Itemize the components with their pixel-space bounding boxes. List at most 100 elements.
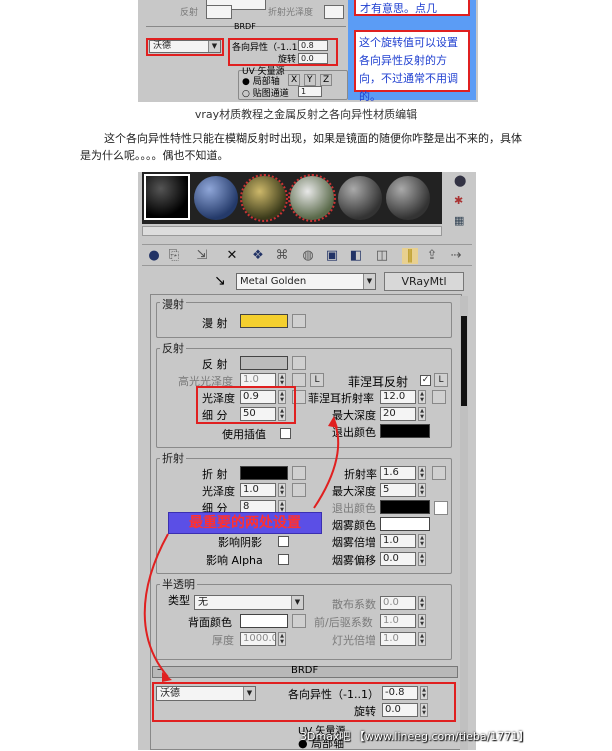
top-field-b[interactable] bbox=[206, 5, 232, 19]
hilight-gloss-spinner[interactable]: ▲ ▼ bbox=[278, 373, 286, 387]
fb-coef-spinner[interactable]: ▲ ▼ bbox=[418, 614, 426, 628]
diffuse-title: 漫射 bbox=[160, 296, 186, 312]
get-material-icon[interactable]: ● bbox=[146, 248, 162, 264]
back-color-map[interactable] bbox=[292, 614, 306, 628]
top-rotate-field[interactable]: 0.0 bbox=[298, 53, 328, 64]
refr-gloss-field[interactable]: 1.0 bbox=[240, 483, 276, 497]
go-sibling-icon[interactable]: ⇢ bbox=[448, 248, 464, 264]
library-icon[interactable]: ▣ bbox=[324, 248, 340, 264]
light-mult-field[interactable]: 1.0 bbox=[380, 632, 416, 646]
show-end-icon[interactable]: ‖ bbox=[402, 248, 418, 264]
fresnel-ior-field[interactable]: 12.0 bbox=[380, 390, 416, 404]
sample-slot-1[interactable] bbox=[144, 174, 190, 220]
top-panel-misc: 反射 折射光泽度 bbox=[176, 0, 356, 20]
top-axis-x[interactable]: X bbox=[288, 74, 301, 86]
affect-shadow-label: 影响阴影 bbox=[218, 536, 262, 549]
fresnel-ior-spinner[interactable]: ▲ ▼ bbox=[418, 390, 426, 404]
top-field-c[interactable] bbox=[324, 5, 344, 19]
go-parent-icon[interactable]: ⇪ bbox=[424, 248, 440, 264]
paragraph-line1: 这个各向异性特性只能在模糊反射时出现，如果是镜面的随便你咋整是出不来的，具体 bbox=[104, 132, 522, 145]
refract-color-swatch[interactable] bbox=[240, 466, 288, 480]
slots-scrollbar[interactable] bbox=[142, 226, 442, 236]
rotation-spinner[interactable]: ▲ ▼ bbox=[420, 703, 428, 717]
brdf-type-combo[interactable]: 沃德 ▼ bbox=[156, 686, 256, 701]
affect-alpha-checkbox[interactable] bbox=[278, 554, 289, 565]
affect-shadow-checkbox[interactable] bbox=[278, 536, 289, 547]
fb-coef-field[interactable]: 1.0 bbox=[380, 614, 416, 628]
top-axis-y[interactable]: Y bbox=[304, 74, 316, 86]
refr-max-depth-spinner[interactable]: ▲ ▼ bbox=[418, 483, 426, 497]
refr-max-depth-field[interactable]: 5 bbox=[380, 483, 416, 497]
top-map-channel-field[interactable]: 1 bbox=[298, 86, 322, 97]
sample-slot-5[interactable] bbox=[338, 176, 382, 220]
fog-bias-field[interactable]: 0.0 bbox=[380, 552, 416, 566]
sphere-icon[interactable]: ◍ bbox=[300, 248, 316, 264]
max-depth-field[interactable]: 20 bbox=[380, 407, 416, 421]
top-brdf-combo[interactable]: 沃德 ▼ bbox=[149, 40, 221, 53]
scroll-thumb[interactable] bbox=[461, 316, 467, 406]
assign-icon[interactable]: ⇲ bbox=[194, 248, 210, 264]
unique-icon[interactable]: ⌘ bbox=[274, 248, 290, 264]
hilight-gloss-field[interactable]: 1.0 bbox=[240, 373, 276, 387]
refr-exit-check[interactable] bbox=[434, 501, 448, 515]
fog-mult-spinner[interactable]: ▲ ▼ bbox=[418, 534, 426, 548]
hilight-map-button[interactable] bbox=[292, 373, 306, 387]
light-mult-spinner[interactable]: ▲ ▼ bbox=[418, 632, 426, 646]
trans-type-label: 类型 bbox=[168, 594, 190, 607]
fog-mult-field[interactable]: 1.0 bbox=[380, 534, 416, 548]
copy-icon[interactable]: ❖ bbox=[250, 248, 266, 264]
checker-icon[interactable]: ▦ bbox=[454, 214, 464, 227]
sample-slot-6[interactable] bbox=[386, 176, 430, 220]
delete-icon[interactable]: ✕ bbox=[224, 248, 240, 264]
back-color-label: 背面颜色 bbox=[188, 616, 232, 629]
rotation-field[interactable]: 0.0 bbox=[382, 703, 418, 717]
hilight-lock-button[interactable]: L bbox=[310, 373, 324, 387]
reflect-color-swatch[interactable] bbox=[240, 356, 288, 370]
refract-map-button[interactable] bbox=[292, 466, 306, 480]
backlight-icon[interactable]: ✱ bbox=[454, 194, 463, 207]
material-type-button[interactable]: VRayMtl bbox=[384, 272, 464, 291]
fresnel-checkbox[interactable]: ✓ bbox=[420, 375, 431, 386]
sample-slot-4[interactable] bbox=[288, 174, 336, 222]
ior-field[interactable]: 1.6 bbox=[380, 466, 416, 480]
refr-gloss-spinner[interactable]: ▲ ▼ bbox=[278, 483, 286, 497]
put-to-scene-icon[interactable]: ⎘ bbox=[166, 248, 182, 264]
top-axis-z[interactable]: Z bbox=[320, 74, 333, 86]
scatter-spinner[interactable]: ▲ ▼ bbox=[418, 596, 426, 610]
ior-map-button[interactable] bbox=[432, 466, 446, 480]
material-name-field[interactable]: Metal Golden ▼ bbox=[236, 273, 376, 290]
top-brdf-header: BRDF bbox=[146, 22, 346, 36]
use-interp-checkbox[interactable] bbox=[280, 428, 291, 439]
fresnel-ior-map-button[interactable] bbox=[432, 390, 446, 404]
show-map-icon[interactable]: ◫ bbox=[374, 248, 390, 264]
effects-icon[interactable]: ◧ bbox=[348, 248, 364, 264]
rotation-label: 旋转 bbox=[354, 705, 376, 718]
fresnel-lock-button[interactable]: L bbox=[434, 373, 448, 387]
brdf-rollout-header[interactable]: – BRDF bbox=[152, 664, 458, 678]
diffuse-map-button[interactable] bbox=[292, 314, 306, 328]
fog-bias-spinner[interactable]: ▲ ▼ bbox=[418, 552, 426, 566]
scatter-field[interactable]: 0.0 bbox=[380, 596, 416, 610]
aniso-spinner[interactable]: ▲ ▼ bbox=[420, 686, 428, 700]
refr-gloss-map-button[interactable] bbox=[292, 483, 306, 497]
sample-slot-2[interactable] bbox=[194, 176, 238, 220]
back-color-swatch[interactable] bbox=[240, 614, 288, 628]
reflect-map-button[interactable] bbox=[292, 356, 306, 370]
teapot-icon[interactable]: ⬤ bbox=[454, 174, 466, 187]
fog-color-swatch[interactable] bbox=[380, 517, 430, 531]
top-map-channel-radio[interactable]: ○ 贴图通道 bbox=[242, 86, 289, 99]
rollout-scrollbar[interactable] bbox=[460, 296, 468, 750]
diffuse-color-swatch[interactable] bbox=[240, 314, 288, 328]
thickness-spinner[interactable]: ▲ ▼ bbox=[278, 632, 286, 646]
top-aniso-field[interactable]: 0.8 bbox=[298, 40, 328, 51]
max-depth-spinner[interactable]: ▲ ▼ bbox=[418, 407, 426, 421]
aniso-field[interactable]: -0.8 bbox=[382, 686, 418, 700]
refr-exit-swatch[interactable] bbox=[380, 500, 430, 514]
trans-type-combo[interactable]: 无 ▼ bbox=[194, 595, 304, 610]
thickness-field[interactable]: 1000.0 bbox=[240, 632, 276, 646]
exit-color-swatch[interactable] bbox=[380, 424, 430, 438]
ior-spinner[interactable]: ▲ ▼ bbox=[418, 466, 426, 480]
sample-slot-3[interactable] bbox=[240, 174, 288, 222]
brdf-title: BRDF bbox=[291, 665, 319, 676]
pick-material-icon[interactable]: ↘ bbox=[214, 273, 226, 289]
